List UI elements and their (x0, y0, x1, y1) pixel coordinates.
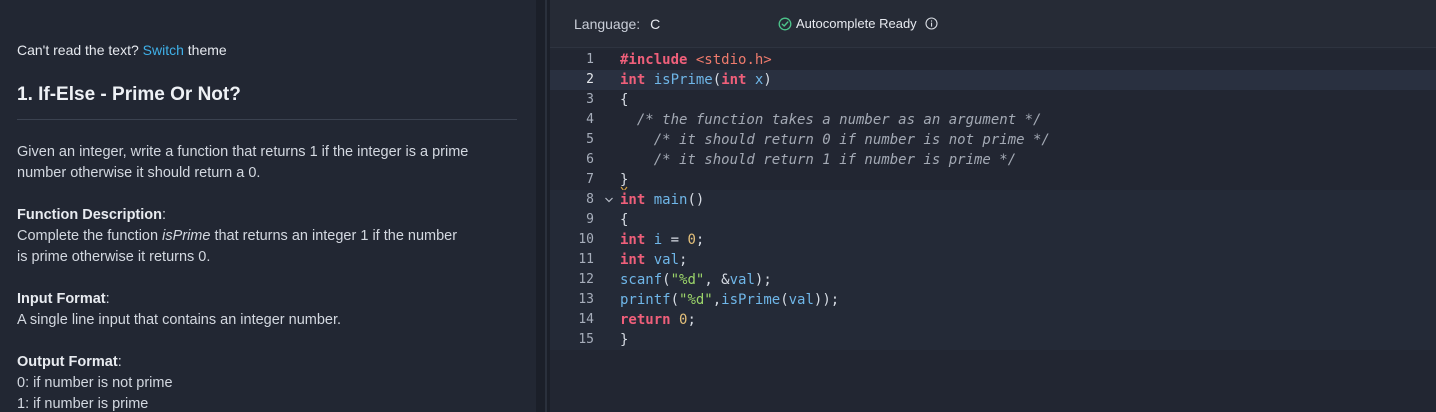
function-name: isPrime (162, 228, 211, 244)
line-number: 1 (586, 52, 594, 67)
code-line[interactable]: 9{ (550, 210, 1436, 230)
line-number: 10 (578, 232, 594, 247)
theme-switch-line: Can't read the text? Switch theme (17, 42, 227, 58)
code-text: int val; (620, 252, 688, 268)
code-line[interactable]: 12 scanf("%d", &val); (550, 270, 1436, 290)
code-line[interactable]: 7} (550, 170, 1436, 192)
function-text-line-2: is prime otherwise it returns 0. (17, 249, 211, 265)
line-number: 3 (586, 92, 594, 107)
code-text: /* the function takes a number as an arg… (620, 112, 1042, 128)
line-number: 2 (586, 72, 594, 87)
line-number: 12 (578, 272, 594, 287)
editor-toolbar: Language: C Autocomplete Ready (550, 0, 1436, 48)
output-format-heading: Output Format (17, 354, 118, 370)
code-text: return 0; (620, 312, 696, 328)
language-selector[interactable]: Language: C (574, 16, 660, 32)
function-description-section: Function Description: Complete the funct… (17, 205, 517, 268)
status-text: Autocomplete Ready (796, 16, 917, 31)
code-text: printf("%d",isPrime(val)); (620, 292, 840, 308)
code-line[interactable]: 2 int isPrime(int x) (550, 70, 1436, 90)
line-number: 4 (586, 112, 594, 127)
code-text: /* it should return 1 if number is prime… (620, 152, 1017, 168)
code-text: { (620, 212, 629, 228)
line-number: 6 (586, 152, 594, 167)
line-number: 14 (578, 312, 594, 327)
check-circle-icon (778, 17, 792, 30)
code-text: } (620, 332, 629, 348)
input-format-section: Input Format: A single line input that c… (17, 289, 517, 331)
line-number: 5 (586, 132, 594, 147)
code-editor[interactable]: 1 #include <stdio.h> 2 int isPrime(int x) 3{… (550, 50, 1436, 412)
theme-suffix: theme (187, 42, 227, 58)
description-line-1: Given an integer, write a function that … (17, 144, 469, 160)
problem-title: 1. If-Else - Prime Or Not? (17, 84, 241, 105)
chevron-down-icon[interactable] (604, 195, 614, 205)
problem-panel: Can't read the text? Switch theme 1. If-… (0, 0, 536, 412)
code-line[interactable]: 11 int val; (550, 250, 1436, 270)
code-line[interactable]: 4 /* the function takes a number as an a… (550, 110, 1436, 130)
line-number: 8 (586, 192, 594, 207)
language-label: Language: (574, 16, 641, 32)
output-format-line-2: 1: if number is prime (17, 396, 149, 412)
function-text-part-b: that returns an integer 1 if the number (210, 228, 458, 244)
editor-panel: Language: C Autocomplete Ready 1 #include… (550, 0, 1436, 412)
code-text: scanf("%d", &val); (620, 272, 772, 288)
problem-description: Given an integer, write a function that … (17, 142, 517, 184)
line-number: 7 (586, 172, 594, 187)
language-value: C (650, 16, 661, 32)
theme-prompt: Can't read the text? (17, 42, 139, 58)
panel-splitter[interactable] (536, 0, 550, 412)
line-number: 15 (578, 332, 594, 347)
output-format-section: Output Format: 0: if number is not prime… (17, 352, 517, 412)
code-line[interactable]: 13 printf("%d",isPrime(val)); (550, 290, 1436, 310)
output-format-line-1: 0: if number is not prime (17, 375, 173, 391)
code-text: int isPrime(int x) (620, 72, 772, 88)
function-description-heading: Function Description (17, 207, 162, 223)
code-line[interactable]: 10 int i = 0; (550, 230, 1436, 250)
info-icon[interactable] (925, 17, 938, 30)
line-number: 11 (578, 252, 594, 267)
code-text: int i = 0; (620, 232, 705, 248)
code-text: #include <stdio.h> (620, 52, 772, 68)
input-format-text: A single line input that contains an int… (17, 312, 342, 328)
splitter-line (545, 0, 547, 412)
code-line[interactable]: 3{ (550, 90, 1436, 110)
code-line[interactable]: 6 /* it should return 1 if number is pri… (550, 150, 1436, 170)
input-format-heading: Input Format (17, 291, 106, 307)
line-number: 13 (578, 292, 594, 307)
code-text: /* it should return 0 if number is not p… (620, 132, 1050, 148)
code-line[interactable]: 1 #include <stdio.h> (550, 50, 1436, 70)
description-line-2: number otherwise it should return a 0. (17, 165, 261, 181)
code-line[interactable]: 8 int main() (550, 190, 1436, 210)
code-text: int main() (620, 192, 705, 208)
code-line[interactable]: 5 /* it should return 0 if number is not… (550, 130, 1436, 150)
autocomplete-status: Autocomplete Ready (778, 16, 938, 31)
switch-theme-link[interactable]: Switch (143, 42, 184, 58)
title-divider (17, 119, 517, 120)
code-line[interactable]: 14 return 0; (550, 310, 1436, 330)
code-line[interactable]: 15} (550, 330, 1436, 350)
line-number: 9 (586, 212, 594, 227)
function-text-part-a: Complete the function (17, 228, 163, 244)
code-text: { (620, 92, 629, 108)
